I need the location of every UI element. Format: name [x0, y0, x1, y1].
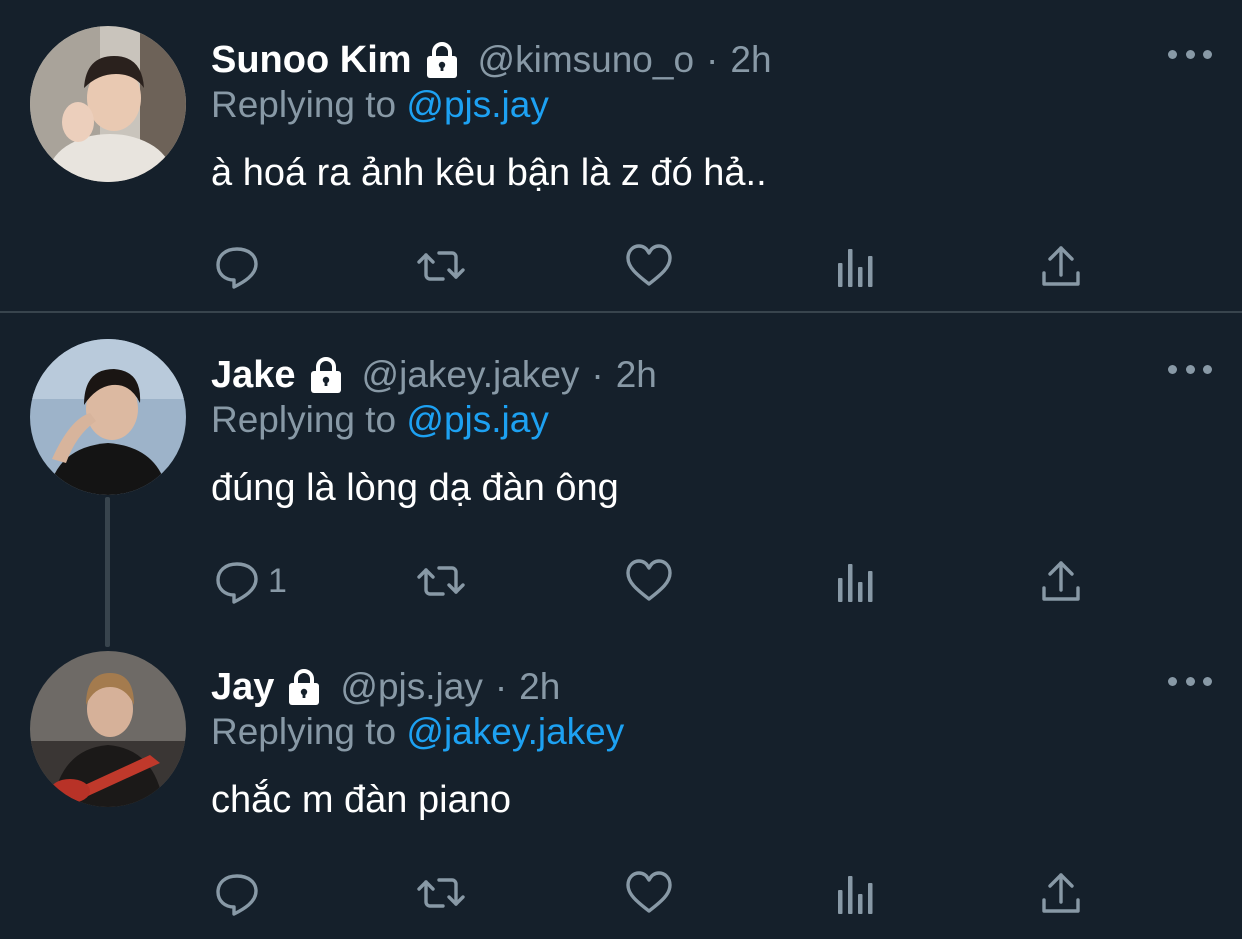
retweet-icon [417, 878, 465, 908]
share-button[interactable] [1036, 555, 1086, 607]
tweet-text: à hoá ra ảnh kêu bận là z đó hả.. [211, 152, 767, 194]
reply-icon [216, 562, 258, 604]
more-dot [1203, 676, 1212, 686]
reply-button[interactable]: 1 [212, 555, 287, 607]
conversation-timeline: Sunoo Kim @kimsuno_o · 2h Replying to @p… [0, 0, 1242, 939]
replying-to: Replying to @jakey.jakey [211, 711, 624, 753]
more-dot [1168, 364, 1177, 374]
display-name[interactable]: Sunoo Kim [211, 39, 412, 82]
analytics-icon [838, 249, 873, 287]
like-button[interactable] [624, 867, 674, 919]
user-handle[interactable]: @jakey.jakey [362, 354, 580, 396]
reply-button[interactable] [212, 867, 268, 919]
more-dot [1168, 49, 1177, 59]
tweet-header: Jay @pjs.jay · 2h [211, 663, 560, 711]
reply-icon [216, 247, 258, 289]
reply-button[interactable] [212, 240, 268, 292]
share-icon [1042, 246, 1080, 286]
analytics-icon [838, 876, 873, 914]
replying-to-label: Replying to [211, 399, 397, 440]
separator-dot: · [591, 354, 604, 395]
mention-link[interactable]: @pjs.jay [406, 399, 548, 440]
reply-count: 1 [268, 561, 287, 600]
tweet-text: chắc m đàn piano [211, 779, 511, 821]
tweet[interactable]: Jay @pjs.jay · 2h Replying to @jakey.jak… [0, 627, 1242, 939]
tweet-text: đúng là lòng dạ đàn ông [211, 467, 619, 509]
timestamp[interactable]: 2h [616, 354, 657, 396]
more-dot [1185, 364, 1195, 374]
replying-to-label: Replying to [211, 711, 397, 752]
replying-to: Replying to @pjs.jay [211, 84, 549, 126]
replying-to: Replying to @pjs.jay [211, 399, 549, 441]
analytics-icon [838, 564, 873, 602]
more-dot [1185, 676, 1195, 686]
retweet-icon [417, 251, 465, 281]
mention-link[interactable]: @pjs.jay [406, 84, 548, 125]
analytics-button[interactable] [832, 867, 882, 919]
share-icon [1042, 873, 1080, 913]
avatar[interactable] [30, 339, 186, 495]
lock-icon [284, 667, 324, 707]
tweet-actions: 1 [0, 555, 1242, 607]
avatar[interactable] [30, 651, 186, 807]
tweet[interactable]: Sunoo Kim @kimsuno_o · 2h Replying to @p… [0, 0, 1242, 313]
analytics-button[interactable] [832, 240, 882, 292]
retweet-button[interactable] [416, 555, 466, 607]
separator-dot: · [706, 39, 719, 80]
more-dot [1203, 364, 1212, 374]
display-name[interactable]: Jake [211, 354, 296, 397]
user-handle[interactable]: @pjs.jay [340, 666, 482, 708]
like-icon [626, 871, 672, 913]
tweet-actions [0, 867, 1242, 919]
like-button[interactable] [624, 555, 674, 607]
separator-dot: · [494, 666, 508, 707]
more-options-button[interactable] [1168, 359, 1212, 379]
replying-to-label: Replying to [211, 84, 397, 125]
lock-icon [422, 40, 462, 80]
reply-icon [216, 874, 258, 916]
retweet-icon [417, 566, 465, 596]
lock-icon [306, 355, 346, 395]
avatar[interactable] [30, 26, 186, 182]
timestamp[interactable]: 2h [730, 39, 771, 81]
retweet-button[interactable] [416, 867, 466, 919]
tweet-header: Jake @jakey.jakey · 2h [211, 351, 657, 399]
share-button[interactable] [1036, 867, 1086, 919]
more-options-button[interactable] [1168, 44, 1212, 64]
more-options-button[interactable] [1168, 671, 1212, 691]
more-dot [1168, 676, 1177, 686]
like-icon [626, 244, 672, 286]
share-button[interactable] [1036, 240, 1086, 292]
retweet-button[interactable] [416, 240, 466, 292]
timestamp[interactable]: 2h [519, 666, 560, 708]
like-icon [626, 559, 672, 601]
user-handle[interactable]: @kimsuno_o [478, 39, 695, 81]
analytics-button[interactable] [832, 555, 882, 607]
display-name[interactable]: Jay [211, 666, 274, 709]
share-icon [1042, 561, 1080, 601]
tweet[interactable]: Jake @jakey.jakey · 2h Replying to @pjs.… [0, 315, 1242, 647]
like-button[interactable] [624, 240, 674, 292]
more-dot [1203, 49, 1212, 59]
tweet-header: Sunoo Kim @kimsuno_o · 2h [211, 36, 772, 84]
mention-link[interactable]: @jakey.jakey [406, 711, 624, 752]
more-dot [1185, 49, 1195, 59]
tweet-actions [0, 240, 1242, 292]
